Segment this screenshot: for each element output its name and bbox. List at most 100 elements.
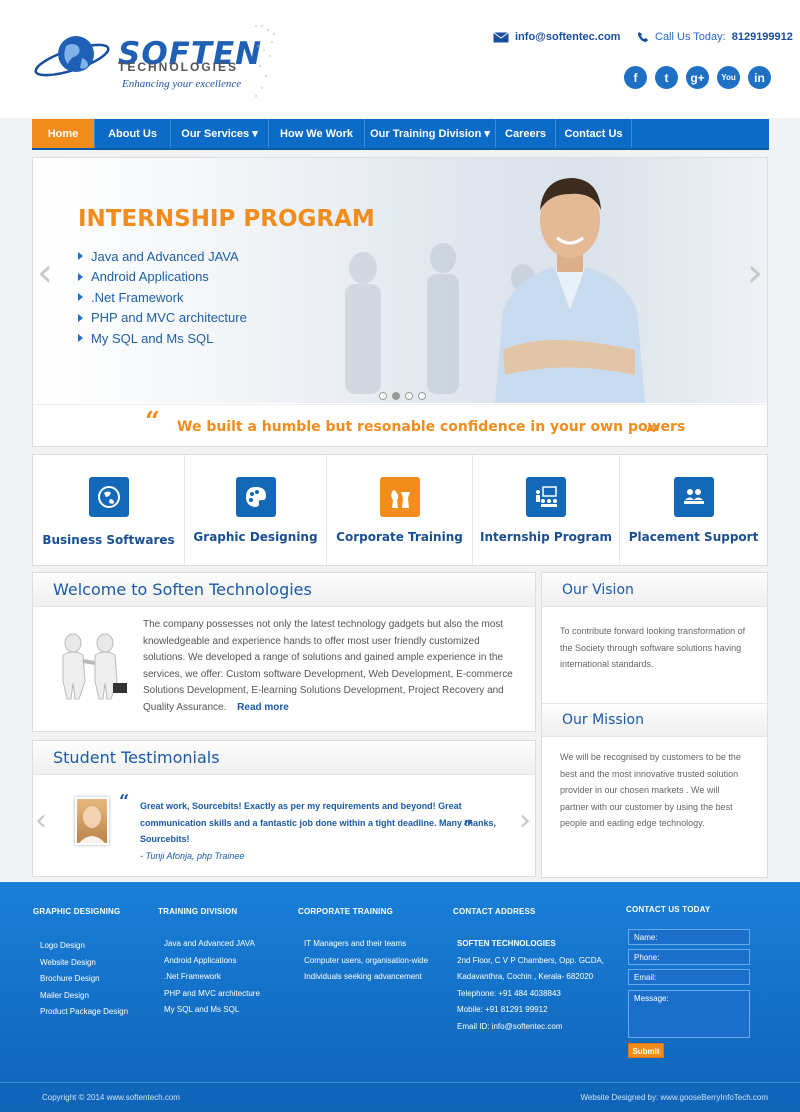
list-item: .Net Framework xyxy=(78,287,247,308)
copyright-text: Copyright © 2014 www.softentech.com xyxy=(42,1093,180,1102)
service-internship-program[interactable]: Internship Program xyxy=(473,455,620,565)
footer-heading: CONTACT US TODAY xyxy=(626,905,711,914)
tagline-quote: We built a humble but resonable confiden… xyxy=(177,419,686,435)
facebook-icon[interactable]: f xyxy=(624,66,647,89)
service-corporate-training[interactable]: Corporate Training xyxy=(327,455,473,565)
pagination-dot-active[interactable] xyxy=(392,392,400,400)
call-label: Call Us Today: xyxy=(655,31,726,43)
service-graphic-designing[interactable]: Graphic Designing xyxy=(185,455,327,565)
header-email[interactable]: info@softentec.com xyxy=(493,31,620,43)
service-label: Corporate Training xyxy=(336,530,463,544)
main-nav: Home About Us Our Services ▾ How We Work… xyxy=(32,119,769,150)
footer-link[interactable]: Product Package Design xyxy=(40,1004,128,1021)
footer-link[interactable]: Individuals seeking advancement xyxy=(304,969,428,986)
service-label: Graphic Designing xyxy=(193,530,318,544)
testimonials-panel: Student Testimonials ‹ › “ Great work, S… xyxy=(32,740,536,877)
nav-our-services[interactable]: Our Services ▾ xyxy=(171,119,269,148)
footer-link[interactable]: Android Applications xyxy=(164,953,260,970)
footer-link[interactable]: Java and Advanced JAVA xyxy=(164,936,260,953)
world-dot-map-decoration xyxy=(254,24,276,98)
footer-bottom-bar: Copyright © 2014 www.softentech.com Webs… xyxy=(0,1082,800,1112)
submit-button[interactable]: Submit xyxy=(628,1043,664,1058)
testimonial-next-arrow[interactable]: › xyxy=(519,803,531,838)
service-label: Business Softwares xyxy=(42,533,175,547)
list-item: Java and Advanced JAVA xyxy=(78,246,247,267)
open-quote-icon: “ xyxy=(119,791,130,812)
service-label: Internship Program xyxy=(480,530,612,544)
phone-field[interactable]: Phone: xyxy=(628,949,750,965)
testimonial-quote: Great work, Sourcebits! Exactly as per m… xyxy=(140,801,497,861)
designed-by-link[interactable]: Website Designed by: www.gooseBerryInfoT… xyxy=(581,1093,769,1102)
nav-training-division[interactable]: Our Training Division ▾ xyxy=(365,119,496,148)
header-phone[interactable]: Call Us Today: 8129199912 xyxy=(637,31,793,43)
mission-title: Our Mission xyxy=(542,703,767,737)
pagination-dot[interactable] xyxy=(418,392,426,400)
footer-contact-form-heading: CONTACT US TODAY xyxy=(626,905,710,914)
welcome-panel: Welcome to Soften Technologies The compa… xyxy=(32,572,536,732)
linkedin-icon[interactable]: in xyxy=(748,66,771,89)
testimonial-prev-arrow[interactable]: ‹ xyxy=(35,803,47,838)
slide-course-list: Java and Advanced JAVA Android Applicati… xyxy=(78,246,247,349)
list-item: My SQL and Ms SQL xyxy=(78,328,247,349)
footer-contact-address: CONTACT ADDRESS SOFTEN TECHNOLOGIES 2nd … xyxy=(453,907,604,1035)
email-text: info@softentec.com xyxy=(515,31,621,43)
slider-next-arrow[interactable]: › xyxy=(747,250,763,296)
open-quote-icon: “ xyxy=(145,407,160,437)
chess-icon xyxy=(379,477,420,517)
footer-heading: CONTACT ADDRESS xyxy=(453,907,536,916)
smiling-businessman-image xyxy=(495,178,645,403)
social-links: f t g+ You in xyxy=(624,66,771,89)
telephone: Telephone: +91 484 4038843 xyxy=(457,988,561,998)
handshake-figures-image xyxy=(62,633,127,700)
read-more-link[interactable]: Read more xyxy=(237,702,289,713)
footer-link[interactable]: IT Managers and their teams xyxy=(304,936,428,953)
meeting-icon xyxy=(673,477,714,517)
vision-text: To contribute forward looking transforma… xyxy=(560,626,746,669)
services-strip: Business Softwares Graphic Designing Cor… xyxy=(32,454,768,566)
phone-icon xyxy=(638,32,648,42)
logo-subtitle: TECHNOLOGIES xyxy=(118,60,239,74)
mission-text: We will be recognised by customers to be… xyxy=(560,752,741,828)
email-field[interactable]: Email: xyxy=(628,969,750,985)
footer-link[interactable]: .Net Framework xyxy=(164,969,260,986)
address-line: Kadavanthra, Cochin , Kerala- 682020 xyxy=(457,972,594,981)
site-footer: GRAPHIC DESIGNING Logo Design Website De… xyxy=(0,882,800,1112)
footer-graphic-designing: GRAPHIC DESIGNING Logo Design Website De… xyxy=(33,907,128,1021)
email-address[interactable]: Email ID: info@softentec.com xyxy=(457,1019,604,1036)
envelope-icon xyxy=(493,31,509,42)
footer-link[interactable]: Computer users, organisation-wide xyxy=(304,953,428,970)
welcome-title: Welcome to Soften Technologies xyxy=(33,573,535,607)
service-placement-support[interactable]: Placement Support xyxy=(620,455,767,565)
avatar xyxy=(75,797,109,845)
service-business-softwares[interactable]: Business Softwares xyxy=(33,455,185,565)
footer-link[interactable]: Website Design xyxy=(40,955,128,972)
nav-how-we-work[interactable]: How We Work xyxy=(269,119,365,148)
slide-title: INTERNSHIP PROGRAM xyxy=(78,206,375,232)
call-number: 8129199912 xyxy=(731,31,793,43)
hero-slider: ‹ › INTERNSHIP PROGRAM Java and Advanced… xyxy=(32,157,768,447)
slider-pagination xyxy=(379,392,426,400)
vision-title: Our Vision xyxy=(542,573,767,607)
footer-link[interactable]: My SQL and Ms SQL xyxy=(164,1002,260,1019)
testimonials-title: Student Testimonials xyxy=(33,741,535,775)
footer-link[interactable]: Logo Design xyxy=(40,938,128,955)
message-field[interactable]: Message: xyxy=(628,990,750,1038)
footer-heading: GRAPHIC DESIGNING xyxy=(33,907,121,916)
twitter-icon[interactable]: t xyxy=(655,66,678,89)
footer-link[interactable]: PHP and MVC architecture xyxy=(164,986,260,1003)
list-item: PHP and MVC architecture xyxy=(78,308,247,329)
pagination-dot[interactable] xyxy=(379,392,387,400)
footer-link[interactable]: Brochure Design xyxy=(40,971,128,988)
footer-link[interactable]: Mailer Design xyxy=(40,988,128,1005)
name-field[interactable]: Name: xyxy=(628,929,750,945)
presentation-icon xyxy=(526,477,566,517)
slider-prev-arrow[interactable]: ‹ xyxy=(37,250,53,296)
google-plus-icon[interactable]: g+ xyxy=(686,66,709,89)
nav-home[interactable]: Home xyxy=(32,119,95,148)
nav-about-us[interactable]: About Us xyxy=(95,119,171,148)
nav-careers[interactable]: Careers xyxy=(496,119,556,148)
close-quote-icon: ” xyxy=(463,817,474,838)
youtube-icon[interactable]: You xyxy=(717,66,740,89)
nav-contact-us[interactable]: Contact Us xyxy=(556,119,632,148)
pagination-dot[interactable] xyxy=(405,392,413,400)
